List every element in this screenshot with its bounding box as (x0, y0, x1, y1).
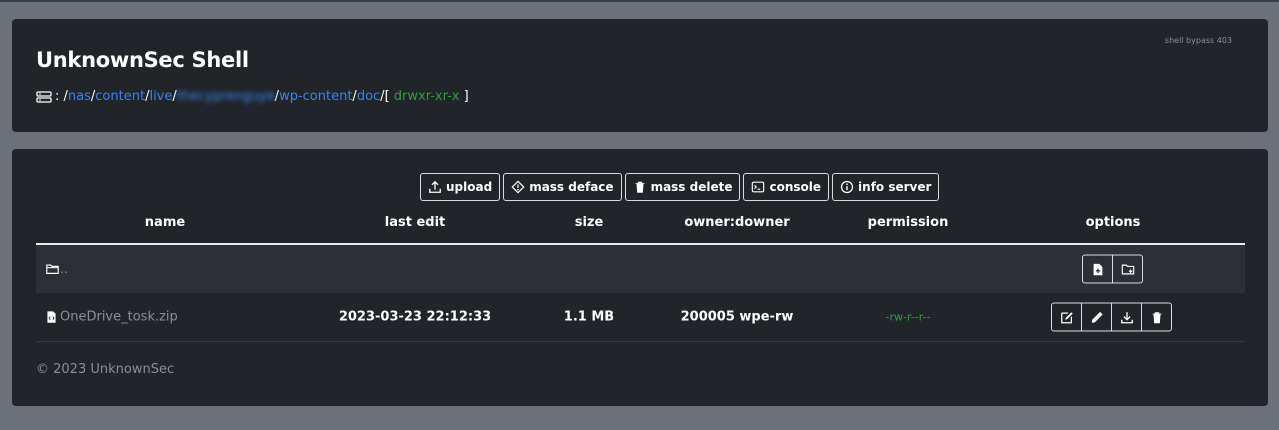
footer-copyright: © 2023 UnknownSec (36, 362, 175, 377)
page-title: UnknownSec Shell (36, 48, 249, 72)
file-options (1051, 302, 1172, 332)
folder-plus-icon (1121, 264, 1134, 274)
permission-open: [ (384, 89, 394, 104)
mass-delete-button[interactable]: mass delete (624, 173, 741, 201)
file-last-edit: 2023-03-23 22:12:33 (338, 309, 492, 325)
info-icon (840, 180, 854, 194)
path-segment-nas[interactable]: nas (68, 89, 91, 104)
top-border (0, 0, 1279, 2)
download-icon (1120, 311, 1133, 323)
server-icon (36, 90, 52, 103)
trash-icon (1152, 311, 1161, 323)
file-size: 1.1 MB (563, 309, 615, 325)
new-file-button[interactable] (1082, 254, 1113, 284)
table-header: name last edit size owner:downer permiss… (36, 215, 1245, 245)
mass-deface-label: mass deface (529, 180, 614, 194)
delete-file-button[interactable] (1141, 302, 1172, 332)
parent-options (1082, 254, 1143, 284)
trash-icon (635, 181, 644, 193)
console-button[interactable]: console (743, 173, 830, 201)
deface-icon (511, 180, 525, 194)
table-row-parent: .. (36, 245, 1245, 293)
permission-close: ] (459, 89, 469, 104)
mass-delete-label: mass delete (650, 180, 733, 194)
rename-file-button[interactable] (1081, 302, 1112, 332)
column-options: options (1085, 215, 1141, 230)
upload-icon (429, 180, 441, 193)
path-prefix: : / (55, 89, 68, 104)
column-last-edit[interactable]: last edit (385, 215, 446, 230)
column-permission[interactable]: permission (868, 215, 949, 230)
column-size[interactable]: size (575, 215, 604, 230)
folder-icon (46, 264, 59, 274)
zip-file-icon (47, 311, 56, 323)
column-owner[interactable]: owner:downer (684, 215, 789, 230)
console-label: console (769, 180, 822, 194)
new-folder-button[interactable] (1112, 254, 1143, 284)
parent-dir-link[interactable]: .. (45, 262, 68, 276)
path-segment-live[interactable]: live (149, 89, 172, 104)
breadcrumb: : / nas / content / live / thecyprenguye / w… (36, 89, 469, 104)
rename-pencil-icon (1091, 311, 1103, 323)
info-server-button[interactable]: info server (832, 173, 940, 201)
bypass-label: shell bypass 403 (1164, 36, 1232, 45)
header-card: UnknownSec Shell shell bypass 403 : / na… (12, 19, 1268, 132)
dir-permission: drwxr-xr-x (393, 89, 460, 104)
path-segment-site[interactable]: thecyprenguye (177, 89, 275, 104)
path-segment-content[interactable]: content (95, 89, 145, 104)
file-link[interactable]: OneDrive_tosk.zip (45, 310, 178, 325)
table-row: OneDrive_tosk.zip 2023-03-23 22:12:33 1.… (36, 293, 1245, 342)
info-server-label: info server (858, 180, 932, 194)
file-manager-card: upload mass deface mass delete console i… (12, 149, 1268, 406)
path-segment-wp-content[interactable]: wp-content (279, 89, 352, 104)
upload-button[interactable]: upload (420, 173, 501, 201)
toolbar: upload mass deface mass delete console i… (420, 173, 940, 201)
parent-dir-label: .. (60, 262, 68, 276)
edit-icon (1060, 311, 1073, 323)
file-permission[interactable]: -rw-r--r-- (886, 311, 931, 324)
download-file-button[interactable] (1111, 302, 1142, 332)
path-segment-doc[interactable]: doc (357, 89, 380, 104)
edit-file-button[interactable] (1051, 302, 1082, 332)
terminal-icon (752, 181, 765, 193)
mass-deface-button[interactable]: mass deface (503, 173, 622, 201)
upload-label: upload (446, 180, 493, 194)
file-name: OneDrive_tosk.zip (60, 309, 178, 325)
column-name[interactable]: name (145, 215, 185, 230)
file-owner: 200005 wpe-rw (680, 309, 794, 325)
file-plus-icon (1093, 263, 1102, 275)
